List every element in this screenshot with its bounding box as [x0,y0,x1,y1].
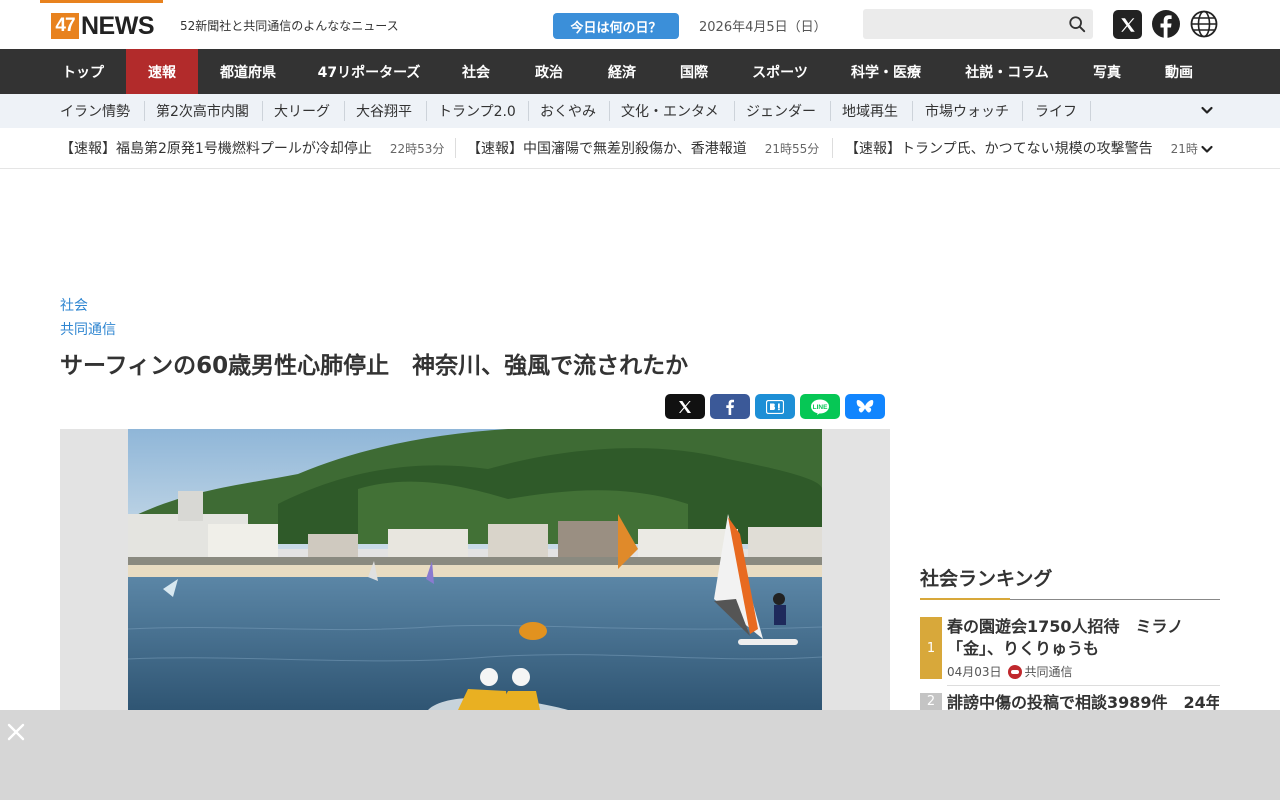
site-header: 47 NEWS 52新聞社と共同通信のよんななニュース 今日は何の日？ 2026… [0,0,1280,49]
logo-number: 47 [51,13,79,39]
bottom-ad-overlay [0,710,1280,800]
x-icon [679,400,691,413]
close-icon[interactable] [6,722,26,742]
breaking-news-ticker: 【速報】福島第2原発1号機燃料プールが冷却停止 22時53分 【速報】中国瀋陽で… [0,128,1280,169]
subnav-divider [262,101,263,121]
share-facebook-button[interactable] [710,394,750,419]
article-category-link[interactable]: 社会 [60,295,88,315]
search-icon[interactable] [1068,15,1086,33]
ticker-title: 【速報】中国瀋陽で無差別殺傷か、香港報道 [467,141,747,157]
nav-item-breaking[interactable]: 速報 [126,49,198,94]
subnav-item-market[interactable]: 市場ウォッチ [925,94,1009,128]
kyodo-logo-icon [1007,664,1022,679]
subnav-divider [426,101,427,121]
share-x-button[interactable] [665,394,705,419]
article-title: サーフィンの60歳男性心肺停止 神奈川、強風で流されたか [60,353,689,379]
ticker-item[interactable]: 【速報】中国瀋陽で無差別殺傷か、香港報道 21時55分 [467,128,819,168]
subnav-divider [1090,101,1091,121]
ticker-expand-chevron-icon[interactable] [1199,141,1215,157]
ranking-item-meta: 04月03日 共同通信 [947,663,1073,680]
ticker-item[interactable]: 【速報】福島第2原発1号機燃料プールが冷却停止 22時53分 [60,128,444,168]
subnav-divider [144,101,145,121]
x-social-icon[interactable] [1113,10,1142,39]
subnav-item-life[interactable]: ライフ [1035,94,1077,128]
ranking-item-date: 04月03日 [947,665,1002,679]
facebook-icon [726,399,734,415]
subnav-divider [609,101,610,121]
nav-item-science[interactable]: 科学・医療 [830,49,942,94]
site-tagline: 52新聞社と共同通信のよんななニュース [180,19,399,33]
nav-item-politics[interactable]: 政治 [512,49,586,94]
ranking-number-badge: 1 [920,617,942,679]
facebook-social-icon[interactable] [1152,10,1180,38]
nav-item-society[interactable]: 社会 [440,49,512,94]
hatena-bookmark-icon [766,399,784,414]
nav-item-international[interactable]: 国際 [658,49,730,94]
ranking-underline-accent [920,598,1010,600]
subnav-divider [528,101,529,121]
ranking-item-title[interactable]: 春の園遊会1750人招待 ミラノ「金」、りくりゅうも [947,616,1219,660]
article-source-link[interactable]: 共同通信 [60,319,116,339]
ranking-item-source: 共同通信 [1024,665,1073,679]
nav-item-prefectures[interactable]: 都道府県 [198,49,298,94]
nav-item-economy[interactable]: 経済 [586,49,658,94]
subnav-item-mlb[interactable]: 大リーグ [274,94,330,128]
logo-accent-bar [40,0,163,3]
subnav-divider [1022,101,1023,121]
subnav-item-trump[interactable]: トランプ2.0 [438,94,516,128]
main-nav: トップ 速報 都道府県 47リポーターズ 社会 政治 経済 国際 スポーツ 科学… [0,49,1280,94]
nav-item-top[interactable]: トップ [40,49,126,94]
today-button[interactable]: 今日は何の日？ [553,13,679,39]
article-photo[interactable] [128,429,822,710]
share-hatena-button[interactable] [755,394,795,419]
ranking-number-badge: 2 [920,693,942,710]
globe-language-icon[interactable] [1190,10,1218,38]
line-icon: LINE [811,399,829,415]
ranking-heading: 社会ランキング [920,568,1053,590]
svg-text:LINE: LINE [813,404,828,411]
nav-item-sports[interactable]: スポーツ [730,49,830,94]
nav-item-photos[interactable]: 写真 [1072,49,1142,94]
subnav-item-obituaries[interactable]: おくやみ [540,94,596,128]
ticker-item[interactable]: 【速報】トランプ氏、かつてない規模の攻撃警告 21時 [845,128,1198,168]
ranking-divider [947,685,1220,686]
subnav-item-culture[interactable]: 文化・エンタメ [621,94,719,128]
subnav-divider [734,101,735,121]
share-line-button[interactable]: LINE [800,394,840,419]
subnav-divider [344,101,345,121]
subnav-item-ohtani[interactable]: 大谷翔平 [356,94,412,128]
ticker-divider [832,138,833,158]
bluesky-butterfly-icon [856,399,874,412]
sub-nav: イラン情勢 第2次高市内閣 大リーグ 大谷翔平 トランプ2.0 おくやみ 文化・… [0,94,1280,128]
current-date: 2026年4月5日（日） [699,20,827,35]
ticker-time: 22時53分 [389,141,445,156]
ticker-time: 21時55分 [764,141,820,156]
subnav-item-gender[interactable]: ジェンダー [746,94,816,128]
subnav-item-iran[interactable]: イラン情勢 [60,94,130,128]
nav-item-reporters[interactable]: 47リポーターズ [298,49,440,94]
article-photo-frame [60,429,890,710]
ticker-time: 21時 [1170,141,1198,156]
site-logo[interactable]: 47 NEWS [51,11,155,40]
ticker-divider [455,138,456,158]
logo-word: NEWS [81,11,155,40]
share-bluesky-button[interactable] [845,394,885,419]
nav-item-editorial[interactable]: 社説・コラム [942,49,1072,94]
nav-item-video[interactable]: 動画 [1142,49,1216,94]
subnav-item-regional[interactable]: 地域再生 [842,94,898,128]
subnav-item-takaichi[interactable]: 第2次高市内閣 [156,94,249,128]
subnav-divider [912,101,913,121]
search-input[interactable] [863,9,1093,39]
subnav-divider [830,101,831,121]
subnav-expand-chevron-icon[interactable] [1199,102,1215,118]
ticker-title: 【速報】福島第2原発1号機燃料プールが冷却停止 [60,141,372,157]
ticker-title: 【速報】トランプ氏、かつてない規模の攻撃警告 [845,141,1153,157]
